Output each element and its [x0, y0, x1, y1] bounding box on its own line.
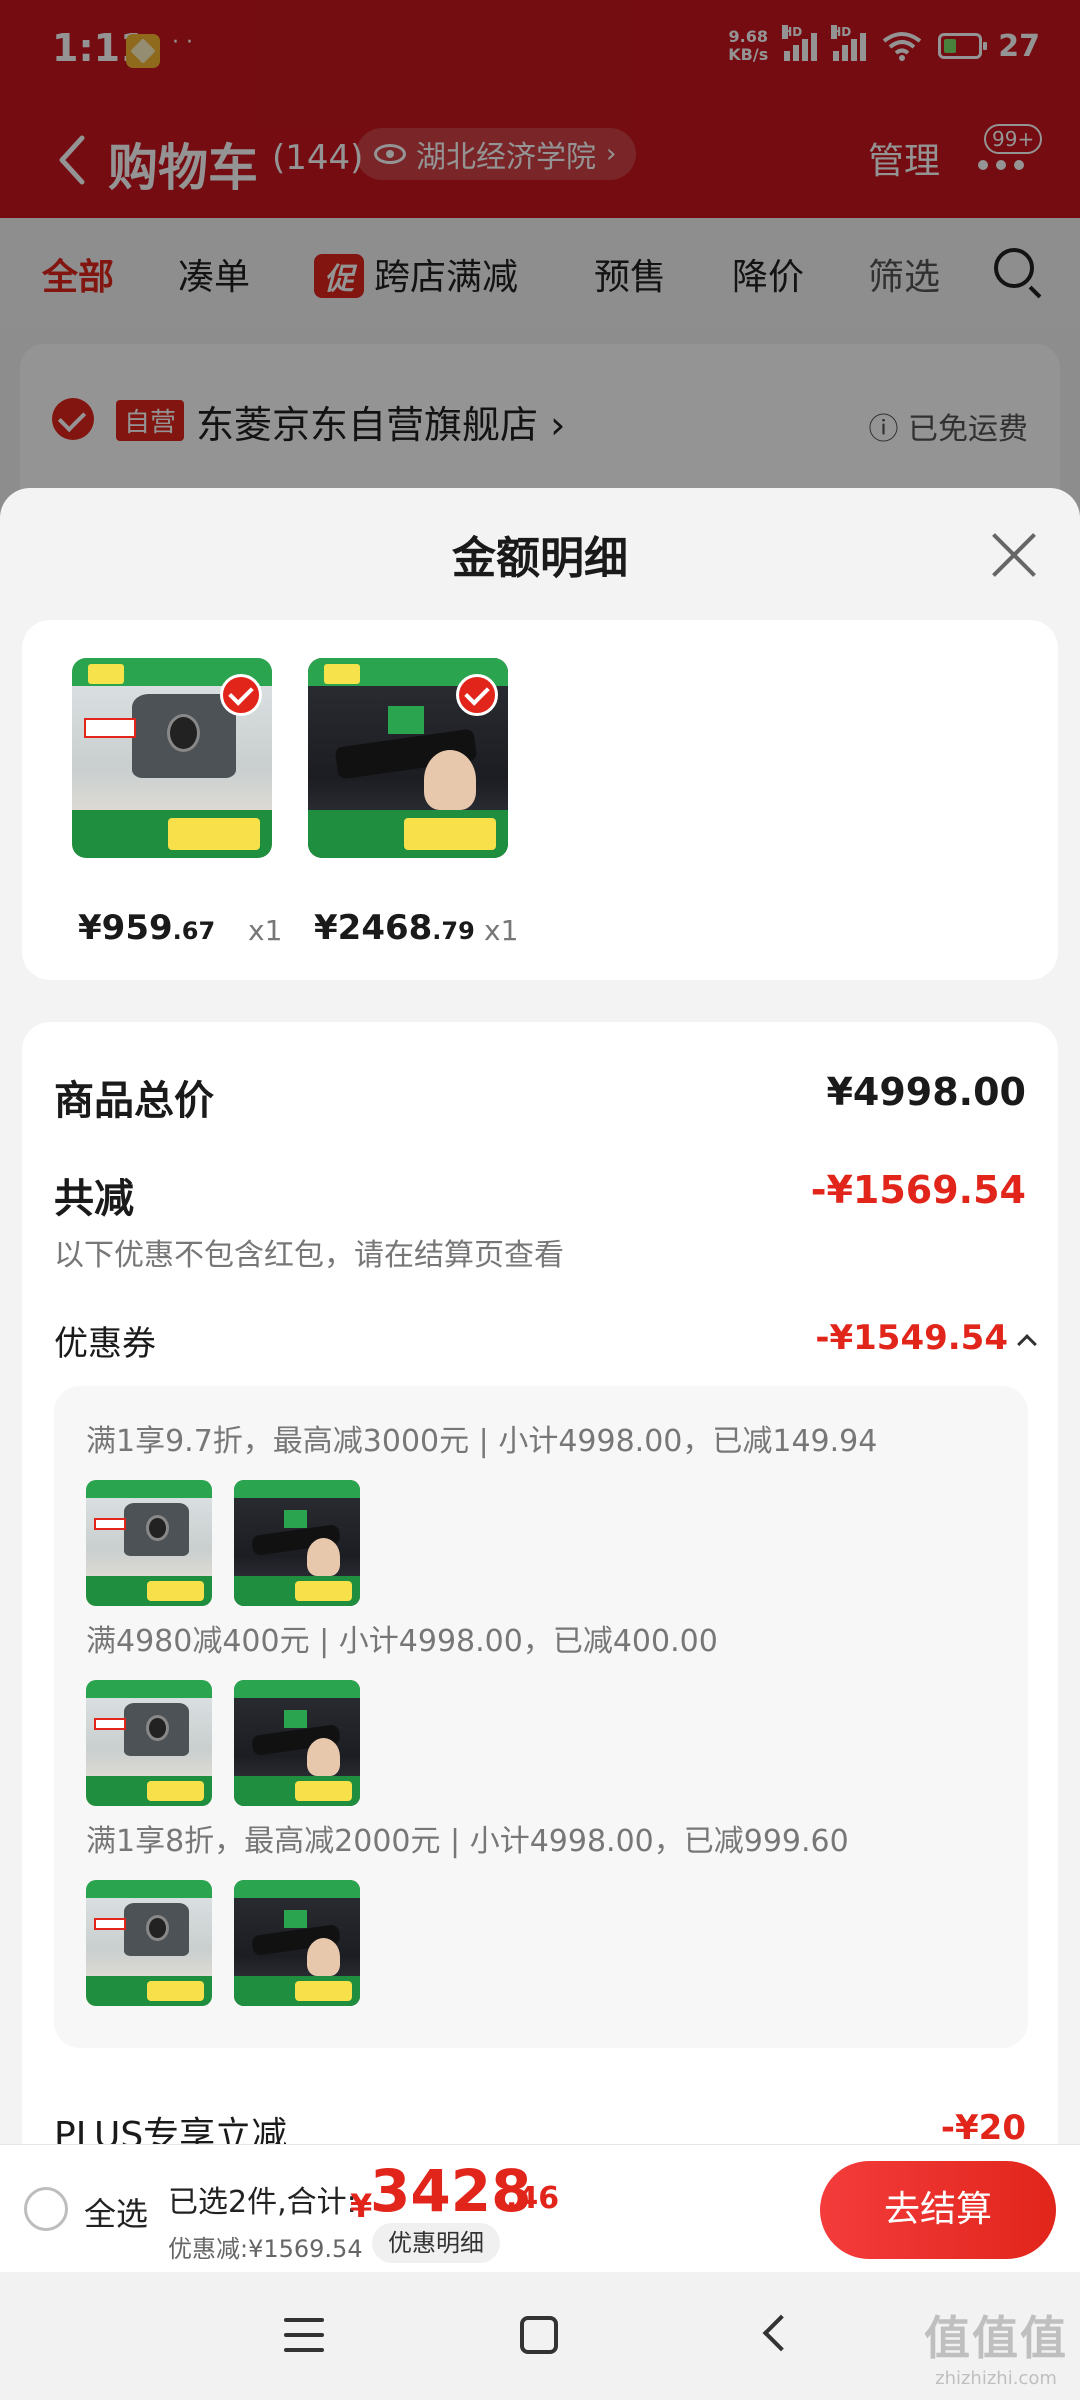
selected-item[interactable]: ¥959.67 x1	[72, 658, 292, 948]
product-thumbnail	[86, 1680, 212, 1806]
total-price-value: ¥4998.00	[826, 1070, 1026, 1114]
checkout-bar: 全选 已选2件,合计: ¥ 3428 .46 优惠减:¥1569.54 优惠明细…	[0, 2144, 1080, 2272]
selected-count-text: 已选2件,合计:	[168, 2185, 357, 2220]
coupon-details: 满1享9.7折，最高减3000元 | 小计4998.00，已减149.94 满4…	[54, 1386, 1028, 2048]
home-icon[interactable]	[520, 2316, 558, 2354]
discount-summary: 优惠减:¥1569.54	[168, 2235, 363, 2263]
item-price-decimal: .79	[432, 917, 475, 945]
item-price-main: ¥959	[78, 908, 173, 948]
product-thumbnail	[234, 1880, 360, 2006]
product-image	[308, 658, 508, 858]
discount-detail-button[interactable]: 优惠明细	[372, 2223, 500, 2263]
total-amount-decimal: .46	[506, 2181, 560, 2216]
watermark-url: zhizhizhi.com	[935, 2368, 1057, 2389]
coupon-toggle[interactable]: -¥1549.54	[815, 1318, 1037, 1358]
product-image	[72, 658, 272, 858]
item-price: ¥959.67	[78, 908, 215, 948]
watermark: 值值值 zhizhizhi.com	[924, 2302, 1068, 2389]
plus-discount-value: -¥20	[940, 2108, 1026, 2148]
chevron-up-icon	[1017, 1334, 1037, 1354]
sheet-title: 金额明细	[452, 533, 628, 584]
nav-back-icon[interactable]	[762, 2314, 800, 2352]
total-currency: ¥	[350, 2187, 373, 2225]
coupon-value: -¥1549.54	[815, 1318, 1008, 1358]
selected-item[interactable]: ¥2468.79 x1	[308, 658, 528, 948]
product-thumbnail	[234, 1480, 360, 1606]
product-thumbnail	[86, 1880, 212, 2006]
coupon-rule-products	[86, 1680, 360, 1806]
coupon-rule-products	[86, 1480, 360, 1606]
total-reduction-label: 共减	[54, 1176, 134, 1222]
coupon-label: 优惠券	[54, 1324, 156, 1364]
check-icon	[456, 674, 498, 716]
select-all-label[interactable]: 全选	[84, 2189, 148, 2235]
select-all-radio[interactable]	[24, 2187, 68, 2231]
system-nav-bar: 值值值 zhizhizhi.com	[0, 2272, 1080, 2400]
coupon-rule-products	[86, 1880, 360, 2006]
reduction-note: 以下优惠不包含红包，请在结算页查看	[54, 1238, 564, 1273]
selected-items-card: ¥959.67 x1 ¥2468.79 x1	[22, 620, 1058, 980]
item-quantity: x1	[484, 914, 519, 947]
checkout-button[interactable]: 去结算	[820, 2161, 1056, 2259]
item-price-main: ¥2468	[314, 908, 433, 948]
product-thumbnail	[86, 1480, 212, 1606]
item-quantity: x1	[248, 914, 283, 947]
item-price: ¥2468.79	[314, 908, 475, 948]
coupon-rule: 满1享9.7折，最高减3000元 | 小计4998.00，已减149.94	[86, 1424, 878, 1459]
amount-detail-sheet: 金额明细 ¥959.67 x1 ¥2468.79 x1 商品总价 ¥4998.0…	[0, 488, 1080, 2400]
close-icon[interactable]	[990, 530, 1040, 580]
product-thumbnail	[234, 1680, 360, 1806]
total-reduction-value: -¥1569.54	[810, 1168, 1026, 1212]
check-icon	[220, 674, 262, 716]
menu-icon[interactable]	[284, 2318, 324, 2352]
watermark-logo: 值值值	[924, 2311, 1068, 2365]
item-price-decimal: .67	[172, 917, 216, 945]
coupon-rule: 满1享8折，最高减2000元 | 小计4998.00，已减999.60	[86, 1824, 849, 1859]
coupon-rule: 满4980减400元 | 小计4998.00，已减400.00	[86, 1624, 718, 1659]
total-price-label: 商品总价	[54, 1078, 214, 1124]
